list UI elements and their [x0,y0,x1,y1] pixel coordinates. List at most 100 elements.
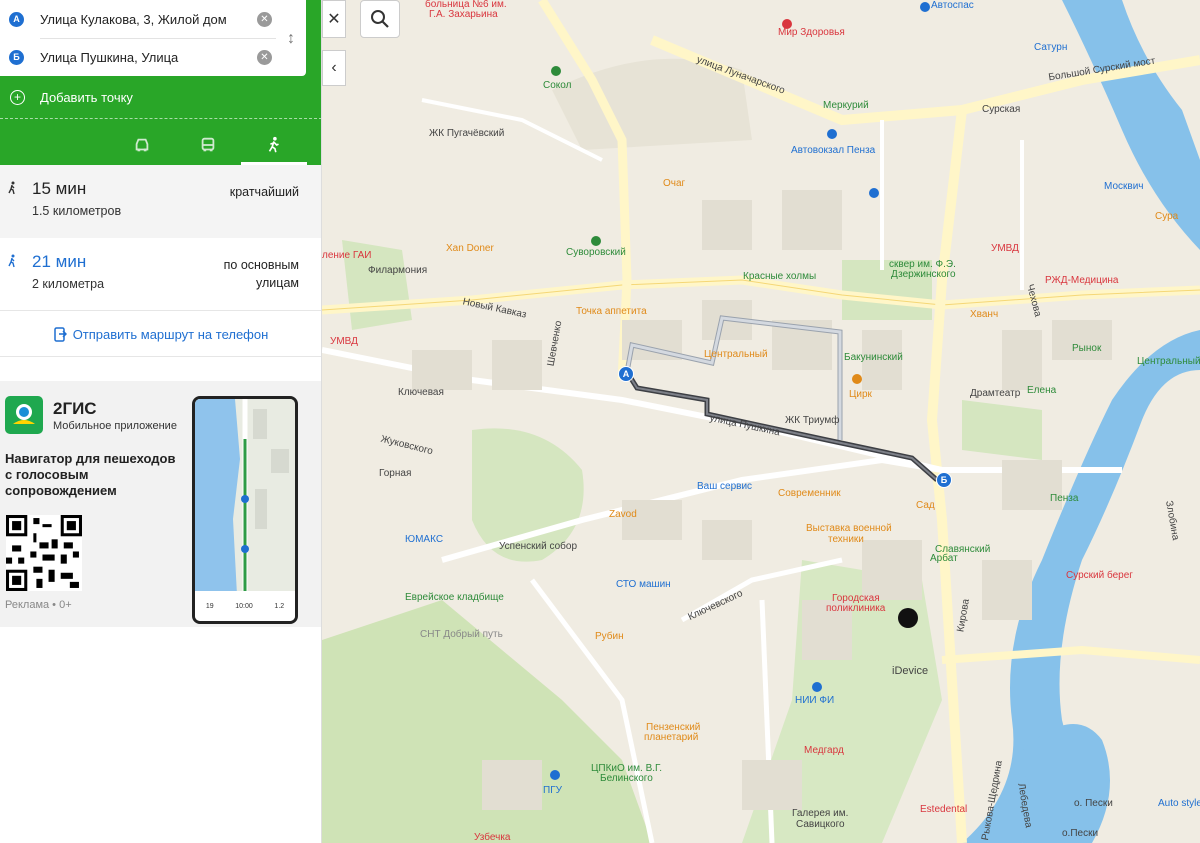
search-button[interactable] [360,0,400,38]
map-label[interactable]: Хванч [970,309,998,320]
map-label[interactable]: Сура [1155,211,1178,222]
map-label[interactable]: Очаг [663,178,685,189]
route-start-marker[interactable]: А [618,366,634,382]
map-label[interactable]: Xan Doner [446,243,494,254]
send-to-phone-icon [53,326,67,342]
map-label[interactable]: Ваш сервис [697,481,752,492]
map-label[interactable]: Auto style [1158,798,1200,809]
map-label[interactable]: Филармония [368,265,427,276]
map-label[interactable]: ЖК Триумф [785,415,840,426]
map-label[interactable]: Узбечка [474,832,510,843]
map-label[interactable]: СТО машин [616,579,671,590]
map-label[interactable]: Меркурий [823,100,869,111]
map-label[interactable]: УМВД [330,336,358,347]
map-label[interactable]: Сурская [982,104,1020,115]
transport-modes [0,124,321,165]
map-label[interactable]: Выставка военной [806,523,892,534]
clear-point-b-icon[interactable]: ✕ [257,49,272,65]
map-label[interactable]: СНТ Добрый путь [420,629,503,640]
map-label[interactable]: Дзержинского [891,269,956,280]
map-label[interactable]: о. Пески [1074,798,1113,809]
hospital-poi-icon[interactable] [869,188,879,198]
map-label[interactable]: Рынок [1072,343,1101,354]
map-label[interactable]: Еврейское кладбище [405,592,504,603]
map-label[interactable]: ление ГАИ [322,250,371,261]
map-label[interactable]: Цирк [849,389,872,400]
map-label[interactable]: Современник [778,488,841,499]
map-label[interactable]: Рубин [595,631,624,642]
point-a-row[interactable]: А Улица Кулакова, 3, Жилой дом ✕ [0,0,306,38]
map-label[interactable]: Красные холмы [743,271,816,282]
send-route-to-phone-link[interactable]: Отправить маршрут на телефон [0,312,321,357]
map-label[interactable]: Москвич [1104,181,1144,192]
map-label[interactable]: Сатурн [1034,42,1067,53]
point-b-row[interactable]: Б Улица Пушкина, Улица ✕ [0,38,306,76]
phone-mockup: 19 10:00 1.2 [192,396,298,624]
map-label[interactable]: Estedental [920,804,967,815]
swap-points-icon[interactable]: ↕ [282,25,300,53]
collapse-panel-button[interactable]: ‹ [322,50,346,86]
map-label[interactable]: Суворовский [566,247,626,258]
clear-point-a-icon[interactable]: ✕ [257,11,272,27]
point-a-input[interactable]: Улица Кулакова, 3, Жилой дом [40,12,257,27]
map-label[interactable]: Центральный [704,349,768,360]
institute-poi-icon[interactable] [812,682,822,692]
map-label[interactable]: УМВД [991,243,1019,254]
mode-car-tab[interactable] [109,124,175,165]
map-label[interactable]: Г.А. Захарьина [429,9,498,20]
map-label[interactable]: Автовокзал Пенза [791,145,875,156]
map-label[interactable]: Сурский берег [1066,570,1133,581]
map-label[interactable]: Пенза [1050,493,1078,504]
point-b-input[interactable]: Улица Пушкина, Улица [40,50,257,65]
map-label[interactable]: Галерея им. [792,808,848,819]
map-label[interactable]: ЮМАКС [405,534,443,545]
map-label[interactable]: Автоспас [931,0,974,11]
map-label[interactable]: Точка аппетита [576,306,647,317]
close-route-button[interactable]: ✕ [322,0,346,38]
map-label[interactable]: Успенский собор [499,541,577,552]
map-label[interactable]: техники [828,534,864,545]
car-service-poi-icon[interactable] [920,2,930,12]
map-label[interactable]: ПГУ [543,785,562,796]
map-label[interactable]: о.Пески [1062,828,1098,839]
map-label[interactable]: Савицкого [796,819,845,830]
map-label[interactable]: Мир Здоровья [778,27,845,38]
point-b-badge: Б [9,49,24,65]
map-label[interactable]: РЖД-Медицина [1045,275,1119,286]
mode-walk-tab[interactable] [241,124,307,165]
route-distance: 2 километра [32,277,105,291]
map-label[interactable]: Сад [916,500,935,511]
map-label[interactable]: Белинского [600,773,653,784]
mode-bus-tab[interactable] [175,124,241,165]
map-label[interactable]: Медгард [804,745,844,756]
map-label[interactable]: ЖК Пугачёвский [429,128,504,139]
phone-map-image [195,399,295,595]
shop-poi-icon[interactable] [591,236,601,246]
map-label[interactable]: Zavod [609,509,637,520]
add-point-button[interactable]: + Добавить точку [0,80,321,114]
map-label[interactable]: Ключевая [398,387,444,398]
circus-poi-icon[interactable] [852,374,862,384]
map-label[interactable]: планетарий [644,732,698,743]
map-label[interactable]: Драмтеатр [970,388,1020,399]
map-label[interactable]: Бакунинский [844,352,903,363]
route-variant-main-streets[interactable]: 21 мин 2 километра по основным улицам [0,238,321,311]
idevice-poi-icon[interactable] [898,608,918,628]
route-variant-shortest[interactable]: 15 мин 1.5 километров кратчайший [0,165,321,238]
qr-code-icon [6,515,82,591]
route-tag-line: улицам [256,276,299,290]
map-canvas[interactable]: А Б больница №6 им. Г.А. Захарьина Автос… [322,0,1200,843]
route-end-marker[interactable]: Б [936,472,952,488]
shop-poi-icon[interactable] [551,66,561,76]
university-poi-icon[interactable] [550,770,560,780]
map-label[interactable]: Арбат [930,553,958,564]
map-label[interactable]: Горная [379,468,411,479]
map-label[interactable]: iDevice [892,665,928,677]
map-label[interactable]: НИИ ФИ [795,695,834,706]
ad-banner[interactable]: 2ГИС Мобильное приложение Навигатор для … [0,381,321,627]
bus-station-poi-icon[interactable] [827,129,837,139]
map-label[interactable]: Сокол [543,80,571,91]
map-label[interactable]: Елена [1027,385,1056,396]
map-label[interactable]: Центральный [1137,356,1200,367]
map-label[interactable]: поликлиника [826,603,885,614]
